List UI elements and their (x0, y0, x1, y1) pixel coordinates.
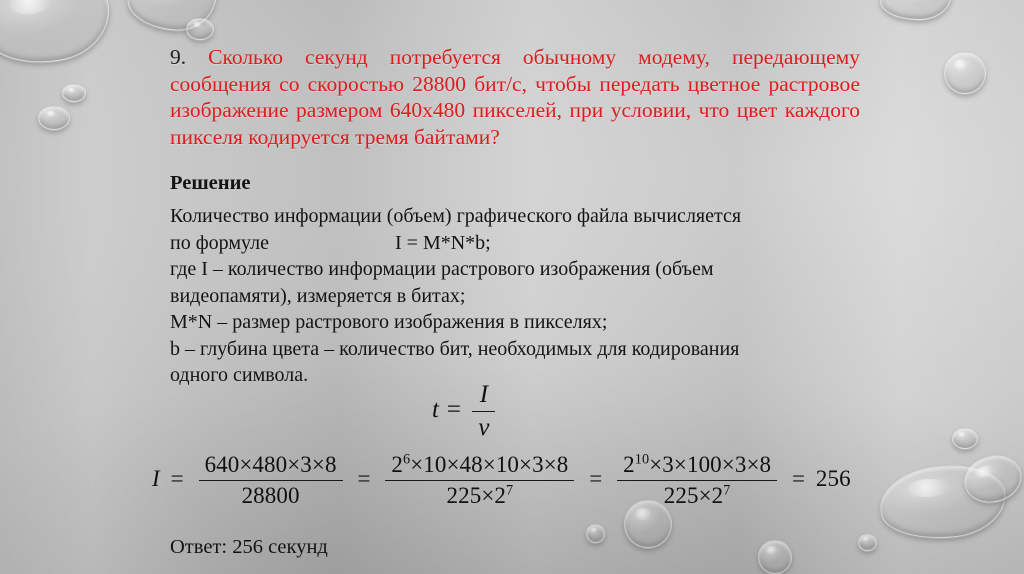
time-formula-numerator: I (479, 381, 489, 408)
fraction-2-num-rest: ×10×48×10×3×8 (410, 452, 569, 477)
main-equation-fraction-3: 210×3×100×3×8 225×27 (617, 452, 778, 509)
fraction-2-denominator: 225×27 (385, 480, 575, 509)
fraction-2-den-base: 225×2 (446, 483, 506, 508)
main-equation-result: 256 (815, 465, 851, 491)
time-formula: t = I v (432, 381, 499, 442)
main-equation-equals-3: = (589, 465, 603, 491)
answer-text: Ответ: 256 секунд (170, 536, 328, 558)
slide-content: 9. Сколько секунд потребуется обычному м… (0, 0, 1024, 574)
fraction-2-num-base: 2 (391, 452, 403, 477)
solution-line-2: по формуле I = M*N*b; (170, 230, 860, 257)
main-equation: I = 640×480×3×8 28800 = 26×10×48×10×3×8 … (152, 452, 851, 509)
solution-line-3: где I – количество информации растрового… (170, 258, 714, 280)
main-equation-fraction-2: 26×10×48×10×3×8 225×27 (385, 452, 575, 509)
time-formula-equals: = (445, 396, 463, 424)
fraction-3-den-exponent: 7 (723, 482, 731, 499)
main-equation-equals-1: = (170, 465, 184, 491)
solution-heading: Решение (170, 172, 251, 194)
fraction-2-den-exponent: 7 (506, 482, 514, 499)
question-body: Сколько секунд потребуется обычному моде… (170, 45, 860, 149)
fraction-1-numerator: 640×480×3×8 (204, 452, 337, 477)
solution-line-2-label: по формуле (170, 231, 269, 254)
fraction-3-num-exponent: 10 (634, 451, 650, 468)
main-equation-lhs: I (152, 465, 160, 491)
solution-line-7: одного символа. (170, 364, 309, 386)
fraction-2-numerator: 26×10×48×10×3×8 (385, 452, 574, 480)
time-formula-fraction: I v (472, 381, 496, 442)
main-equation-equals-2: = (357, 465, 371, 491)
main-equation-fraction-1: 640×480×3×8 28800 (198, 452, 343, 509)
slide-canvas: 9. Сколько секунд потребуется обычному м… (0, 0, 1024, 574)
solution-line-6: b – глубина цвета – количество бит, необ… (170, 337, 740, 360)
fraction-3-numerator: 210×3×100×3×8 (617, 452, 777, 480)
fraction-3-den-base: 225×2 (663, 483, 724, 508)
fraction-1-denominator: 28800 (198, 480, 343, 509)
fraction-3-denominator: 225×27 (617, 480, 778, 509)
time-formula-lhs: t (432, 396, 439, 424)
question-text: 9. Сколько секунд потребуется обычному м… (170, 44, 860, 150)
solution-line-4: видеопамяти), измеряется в битах; (170, 284, 466, 307)
fraction-3-num-base: 2 (623, 452, 635, 477)
solution-line-5: M*N – размер растрового изображения в пи… (170, 311, 608, 333)
question-number: 9. (170, 45, 187, 69)
solution-line-1: Количество информации (объем) графическо… (170, 205, 742, 227)
fraction-3-num-rest: ×3×100×3×8 (649, 452, 772, 477)
time-formula-denominator: v (472, 411, 496, 442)
inline-formula-imnb: I = M*N*b; (395, 231, 491, 254)
main-equation-equals-4: = (791, 465, 806, 491)
solution-body: Количество информации (объем) графическо… (170, 203, 860, 389)
